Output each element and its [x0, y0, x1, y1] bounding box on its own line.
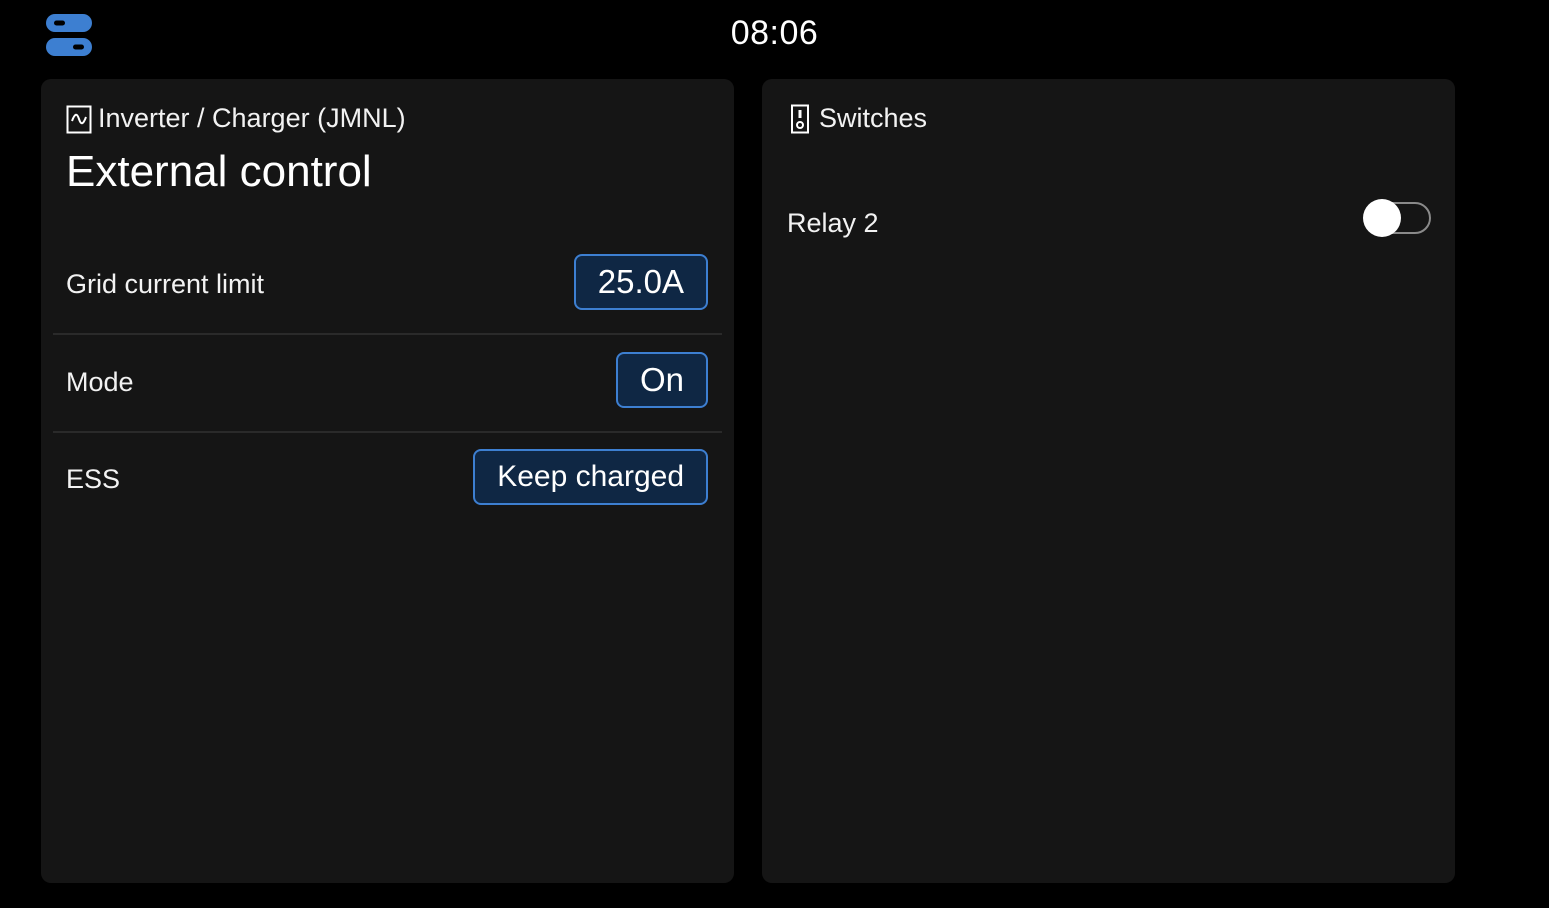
- ess-label: ESS: [66, 464, 121, 494]
- switches-card: Switches Relay 2: [762, 79, 1455, 883]
- relay-2-toggle[interactable]: [1363, 199, 1431, 237]
- relay-2-label: Relay 2: [787, 208, 879, 238]
- mode-button[interactable]: On: [615, 352, 708, 408]
- switch-icon: [787, 104, 813, 134]
- toggle-knob: [1363, 199, 1401, 237]
- relay-2-row: Relay 2: [787, 183, 1432, 263]
- mode-label: Mode: [66, 367, 134, 397]
- ess-row: ESS Keep charged: [53, 431, 722, 528]
- ess-mode-button[interactable]: Keep charged: [473, 449, 708, 505]
- inverter-mode-subtitle: External control: [66, 147, 372, 196]
- status-bar: 08:06: [0, 0, 1549, 70]
- grid-current-limit-button[interactable]: 25.0A: [573, 254, 708, 310]
- inverter-icon: [66, 104, 92, 134]
- inverter-charger-card: Inverter / Charger (JMNL) External contr…: [41, 79, 734, 883]
- switches-card-header: Switches: [787, 103, 927, 134]
- grid-current-limit-row: Grid current limit 25.0A: [53, 236, 722, 335]
- switches-card-title: Switches: [819, 103, 928, 133]
- mode-row: Mode On: [53, 334, 722, 433]
- grid-current-limit-label: Grid current limit: [66, 269, 265, 299]
- inverter-card-header: Inverter / Charger (JMNL): [66, 103, 406, 134]
- inverter-card-title: Inverter / Charger (JMNL): [98, 103, 406, 133]
- clock: 08:06: [730, 14, 819, 52]
